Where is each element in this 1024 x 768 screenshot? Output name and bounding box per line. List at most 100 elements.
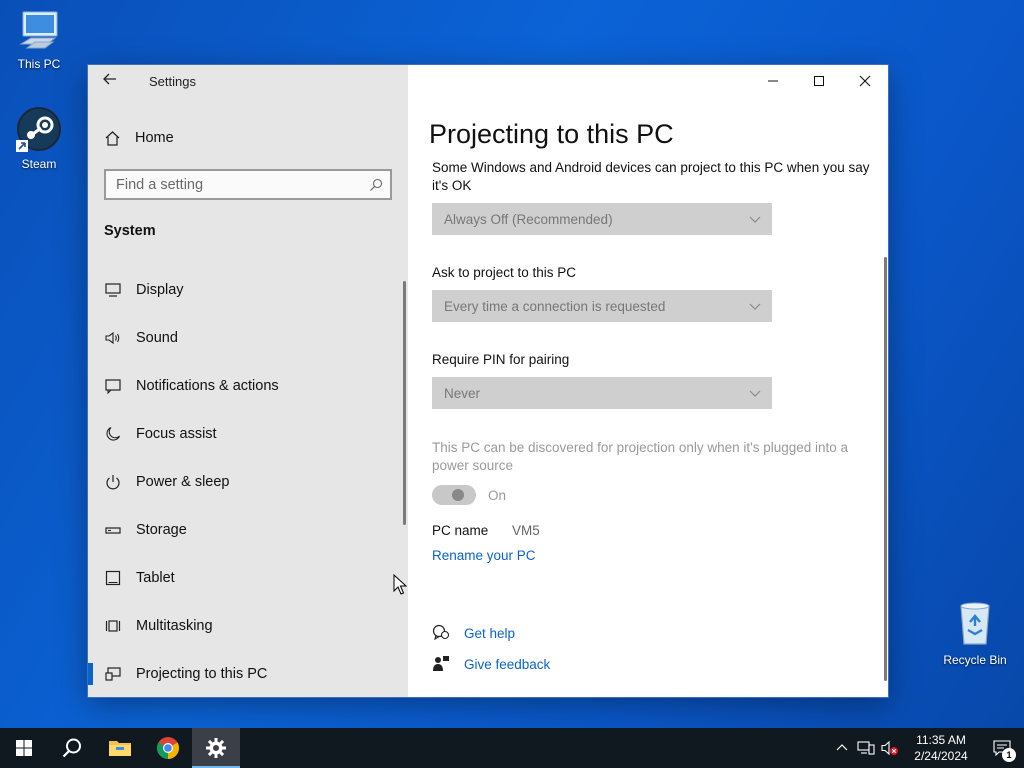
desktop-icon-this-pc[interactable]: This PC [1,8,77,71]
sidebar-item-focus-assist[interactable]: Focus assist [88,410,408,458]
pin-label: Require PIN for pairing [432,352,570,367]
main-scrollbar[interactable] [884,257,887,681]
recycle-bin-icon [937,600,1013,651]
sidebar-item-storage[interactable]: Storage [88,506,408,554]
get-help-link[interactable]: Get help [464,626,515,641]
search-icon [62,738,81,758]
close-icon [859,75,871,87]
settings-window: Settings Home System Display [88,65,888,697]
app-title: Settings [149,74,196,89]
desktop-icon-steam[interactable]: Steam [1,106,77,171]
plugged-in-text: This PC can be discovered for projection… [432,440,849,473]
taskbar-search-button[interactable] [48,728,96,768]
sidebar-item-power-sleep[interactable]: Power & sleep [88,458,408,506]
feedback-person-icon [433,656,449,671]
availability-dropdown[interactable]: Always Off (Recommended) [432,203,772,235]
minimize-button[interactable] [750,65,796,97]
monitor-icon [104,281,122,299]
start-button[interactable] [0,728,48,768]
toggle-state-label: On [488,488,507,503]
back-arrow-icon [103,73,116,85]
sidebar-item-projecting[interactable]: Projecting to this PC [88,650,408,697]
sidebar: Settings Home System Display [88,65,408,697]
sidebar-item-home[interactable]: Home [104,127,174,149]
pin-value: Never [444,385,481,401]
storage-icon [104,521,122,539]
chrome-icon [157,737,179,759]
sidebar-item-label: Focus assist [136,426,217,442]
pc-name-value: VM5 [512,523,540,538]
sidebar-item-label: Notifications & actions [136,378,279,394]
network-icon [857,741,875,755]
chevron-down-icon [749,390,761,397]
file-explorer-button[interactable] [96,728,144,768]
volume-button[interactable] [878,728,902,768]
notification-icon [104,377,122,395]
sidebar-nav: Display Sound Notifications & actions Fo… [88,266,408,697]
home-icon [105,130,120,146]
chrome-button[interactable] [144,728,192,768]
give-feedback-link[interactable]: Give feedback [464,657,550,672]
desktop-icon-label: Steam [21,157,57,171]
desktop-icon-label: This PC [17,57,61,71]
availability-value: Always Off (Recommended) [444,211,613,227]
chevron-down-icon [749,303,761,310]
search-box[interactable] [104,169,392,200]
ask-dropdown[interactable]: Every time a connection is requested [432,290,772,322]
moon-icon [104,425,122,443]
desktop-icon-label: Recycle Bin [943,653,1007,667]
clock-time: 11:35 AM [916,733,966,747]
projection-description: Some Windows and Android devices can pro… [432,160,870,193]
sidebar-item-multitasking[interactable]: Multitasking [88,602,408,650]
computer-icon [1,8,77,55]
home-label: Home [135,130,174,146]
search-icon [370,178,383,191]
clock-date: 2/24/2024 [914,749,968,763]
minimize-icon [768,80,778,82]
sidebar-item-label: Display [136,282,184,298]
network-button[interactable] [854,728,878,768]
maximize-icon [814,76,824,86]
sidebar-item-tablet[interactable]: Tablet [88,554,408,602]
tablet-icon [104,569,122,587]
desktop-icon-recycle-bin[interactable]: Recycle Bin [937,600,1013,667]
get-help-row[interactable]: Get help [432,624,515,642]
speaker-icon [104,329,122,347]
chevron-up-icon [836,744,848,751]
give-feedback-row[interactable]: Give feedback [432,655,550,673]
sidebar-item-label: Projecting to this PC [136,666,268,682]
settings-taskbar-button[interactable] [192,728,240,768]
main-content: Projecting to this PC Some Windows and A… [408,65,888,697]
system-tray: 11:35 AM 2/24/2024 1 [830,728,1024,768]
help-chat-icon [432,624,450,641]
ask-value: Every time a connection is requested [444,298,666,314]
plugged-in-toggle[interactable] [432,485,476,505]
steam-icon [1,106,77,155]
sidebar-item-notifications[interactable]: Notifications & actions [88,362,408,410]
volume-muted-icon [881,740,898,756]
toggle-knob [452,489,464,501]
projecting-icon [104,665,122,683]
sidebar-item-label: Tablet [136,570,175,586]
sidebar-item-label: Power & sleep [136,474,230,490]
windows-logo-icon [16,740,32,756]
gear-icon [206,738,226,758]
search-input[interactable] [116,176,364,193]
sidebar-item-label: Storage [136,522,187,538]
show-hidden-icons-button[interactable] [830,728,854,768]
chevron-down-icon [749,216,761,223]
action-center-button[interactable]: 1 [980,728,1024,768]
section-title: System [104,223,156,239]
multitasking-icon [104,617,122,635]
clock[interactable]: 11:35 AM 2/24/2024 [902,732,980,764]
close-button[interactable] [842,65,888,97]
power-icon [104,473,122,491]
maximize-button[interactable] [796,65,842,97]
sidebar-scrollbar[interactable] [403,281,406,525]
rename-pc-link[interactable]: Rename your PC [432,548,536,563]
sidebar-item-label: Multitasking [136,618,213,634]
sidebar-item-display[interactable]: Display [88,266,408,314]
back-button[interactable] [102,71,122,91]
sidebar-item-sound[interactable]: Sound [88,314,408,362]
pin-dropdown[interactable]: Never [432,377,772,409]
